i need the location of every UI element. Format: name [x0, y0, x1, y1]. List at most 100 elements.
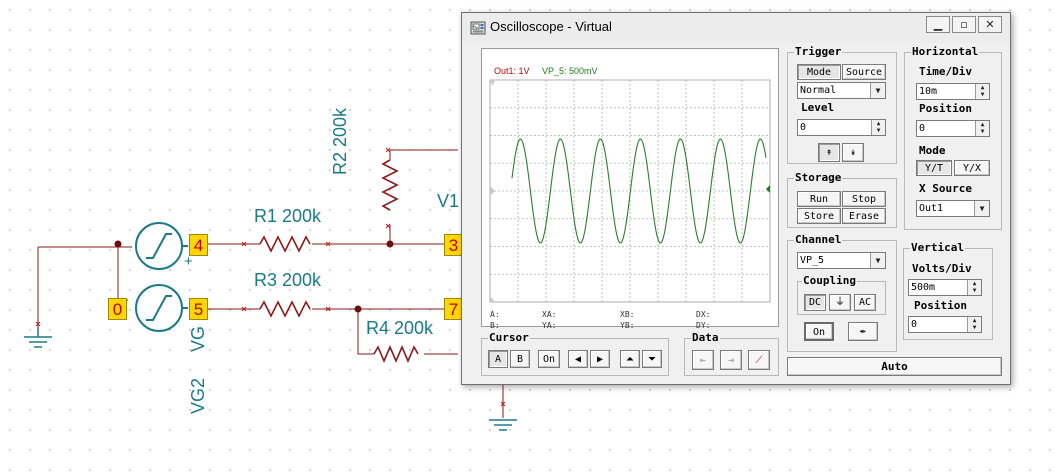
readout-a: A: — [490, 310, 500, 319]
store-button[interactable]: Store — [797, 208, 841, 224]
r1-label: R1 200k — [254, 206, 322, 226]
horizontal-title: Horizontal — [911, 45, 980, 58]
storage-title: Storage — [794, 171, 843, 184]
trigger-title: Trigger — [794, 45, 843, 58]
readout-b: B: — [490, 321, 500, 330]
scope-graticule[interactable] — [482, 49, 778, 326]
trigger-mode-value: Normal — [800, 85, 837, 96]
ac-coupling-button[interactable]: AC — [854, 294, 876, 311]
trigger-mode-tab[interactable]: Mode — [797, 64, 841, 80]
ground-symbol-left — [24, 327, 52, 348]
h-position-input[interactable]: 0 ▲ ▼ — [916, 120, 990, 137]
time-div-input[interactable]: 10m ▲ ▼ — [916, 83, 990, 100]
close-button[interactable]: ✕ — [978, 16, 1002, 33]
rising-edge-icon: ↟ — [825, 147, 833, 158]
export-icon: ⇥ — [727, 355, 735, 366]
erase-button[interactable]: Erase — [842, 208, 886, 224]
title-bar[interactable]: Oscilloscope - Virtual ▁ ▫ ✕ — [462, 13, 1010, 43]
v-position-value: 0 — [911, 319, 918, 330]
r4-label: R4 200k — [366, 318, 434, 338]
h-position-label: Position — [919, 102, 972, 115]
x-source-select[interactable]: Out1 ▼ — [916, 200, 990, 217]
xy-mode-button[interactable]: Y/X — [954, 160, 990, 176]
node-label-4: 4 — [189, 234, 208, 256]
stop-button[interactable]: Stop — [842, 191, 886, 207]
readout-xa: XA: — [542, 310, 557, 319]
cursor-up-button[interactable]: ⏶ — [620, 350, 640, 368]
r3-symbol — [259, 300, 311, 318]
horizontal-group: Horizontal Time/Div 10m ▲ ▼ Position 0 ▲ ▼… — [904, 45, 1002, 230]
gnd-coupling-button[interactable]: ⏚ — [829, 294, 851, 311]
time-div-value: 10m — [919, 86, 938, 97]
restore-button[interactable]: ▫ — [952, 16, 976, 33]
minimize-button[interactable]: ▁ — [926, 16, 950, 33]
yt-mode-button[interactable]: Y/T — [916, 160, 952, 176]
chevron-down-icon[interactable]: ▼ — [974, 201, 989, 216]
v-position-spinner-icon[interactable]: ▲ ▼ — [967, 317, 981, 332]
coupling-title: Coupling — [802, 274, 857, 287]
cursor-on-button[interactable]: On — [538, 350, 560, 368]
arrow-down-icon: ⏷ — [648, 354, 656, 365]
volts-div-input[interactable]: 500m ▲ ▼ — [908, 279, 982, 296]
r4-symbol — [373, 344, 419, 364]
level-spinner-icon[interactable]: ▲ ▼ — [871, 120, 885, 135]
arrow-up-icon: ⏶ — [626, 354, 634, 365]
r2-label: R2 200k — [330, 107, 350, 175]
channel-select[interactable]: VP_5 ▼ — [797, 252, 886, 269]
trigger-level-input[interactable]: 0 ▲ ▼ — [797, 119, 886, 136]
chevron-down-icon[interactable]: ▼ — [870, 83, 885, 98]
node-label-0: 0 — [108, 298, 127, 320]
ch2-marker-right — [766, 185, 770, 193]
vg2-label: VG2 — [188, 377, 208, 414]
volts-div-spinner-icon[interactable]: ▲ ▼ — [967, 280, 981, 295]
rising-edge-button[interactable]: ↟ — [818, 143, 840, 162]
ground-symbol-bottom — [489, 419, 517, 431]
channel-title: Channel — [794, 233, 843, 246]
oscilloscope-window[interactable]: Oscilloscope - Virtual ▁ ▫ ✕ Out1: 1V VP… — [461, 12, 1011, 385]
cursor-left-button[interactable]: ◀ — [568, 350, 588, 368]
falling-edge-icon: ↡ — [849, 147, 857, 158]
h-position-value: 0 — [919, 123, 926, 134]
close-icon: ✕ — [985, 18, 995, 31]
data-export-button[interactable]: ⇥ — [720, 350, 742, 370]
data-import-button[interactable]: ⇤ — [692, 350, 714, 370]
h-mode-label: Mode — [919, 144, 946, 157]
cursor-b-button[interactable]: B — [510, 350, 530, 368]
probe-pen-icon: ✒ — [859, 326, 867, 337]
v-position-label: Position — [914, 299, 967, 312]
storage-group: Storage Run Stop Store Erase — [787, 171, 897, 228]
cursor-a-button[interactable]: A — [488, 350, 508, 368]
graph-icon: ⟋ — [755, 355, 763, 366]
probe-color-button[interactable]: ✒ — [848, 322, 878, 341]
readout-ya: YA: — [542, 321, 557, 330]
trigger-level-label: Level — [801, 101, 835, 114]
volts-div-label: Volts/Div — [912, 262, 972, 275]
cursor-down-button[interactable]: ⏷ — [642, 350, 662, 368]
ground-icon: ⏚ — [835, 297, 845, 308]
minimize-icon: ▁ — [933, 18, 943, 31]
h-position-spinner-icon[interactable]: ▲ ▼ — [975, 121, 989, 136]
vg-label: VG — [188, 325, 208, 352]
run-button[interactable]: Run — [797, 191, 841, 207]
trigger-source-tab[interactable]: Source — [842, 64, 886, 80]
trigger-mode-select[interactable]: Normal ▼ — [797, 82, 886, 99]
cursor-right-button[interactable]: ▶ — [590, 350, 610, 368]
vertical-title: Vertical — [910, 241, 965, 254]
scope-screen-panel[interactable]: Out1: 1V VP_5: 500mV A: XA: XB: DX: B: Y… — [481, 48, 779, 330]
channel-on-button[interactable]: On — [804, 322, 834, 341]
falling-edge-button[interactable]: ↡ — [842, 143, 864, 162]
arrow-right-icon: ▶ — [596, 354, 604, 365]
v-position-input[interactable]: 0 ▲ ▼ — [908, 316, 982, 333]
dc-coupling-button[interactable]: DC — [804, 294, 826, 311]
chevron-down-icon[interactable]: ▼ — [870, 253, 885, 268]
channel-value: VP_5 — [800, 255, 825, 266]
oscilloscope-app-icon — [470, 21, 486, 35]
auto-button[interactable]: Auto — [787, 357, 1002, 376]
time-div-spinner-icon[interactable]: ▲ ▼ — [975, 84, 989, 99]
data-graph-button[interactable]: ⟋ — [748, 350, 770, 370]
x-source-label: X Source — [919, 182, 972, 195]
restore-icon: ▫ — [960, 18, 968, 31]
r3-label: R3 200k — [254, 270, 322, 290]
volts-div-value: 500m — [911, 282, 936, 293]
bottom-marker — [490, 296, 495, 302]
